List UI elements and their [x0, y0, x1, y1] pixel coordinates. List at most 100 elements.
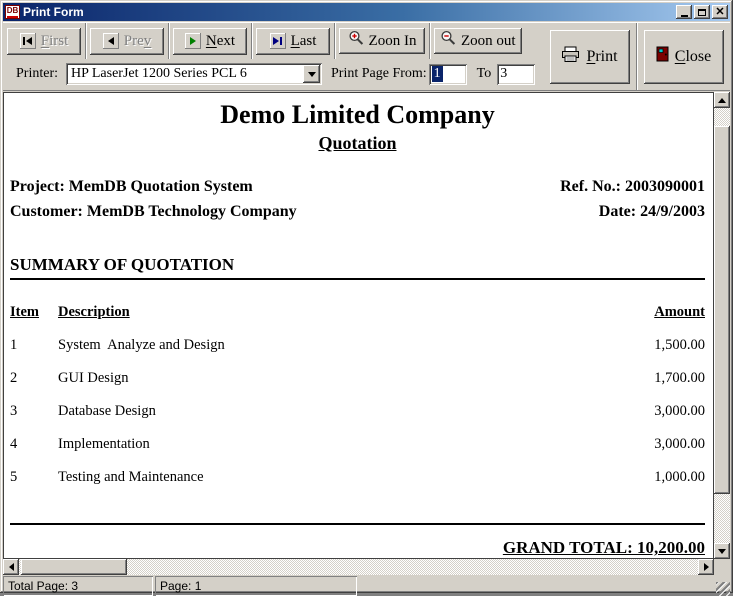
- page-to-input[interactable]: 3: [497, 64, 535, 85]
- header-amount: Amount: [654, 304, 705, 321]
- horizontal-scroll-track[interactable]: [19, 559, 698, 575]
- statusbar: Total Page: 3 Page: 1: [3, 576, 730, 596]
- row-description: Implementation: [58, 436, 654, 453]
- arrow-down-icon: [718, 549, 726, 554]
- table-row: 4Implementation3,000.00: [10, 436, 705, 453]
- table-header-row: Item Description Amount: [10, 304, 705, 321]
- row-amount: 1,700.00: [654, 370, 705, 387]
- row-amount: 3,000.00: [654, 436, 705, 453]
- document-page: Demo Limited Company Quotation Project: …: [3, 92, 714, 559]
- minimize-button[interactable]: [676, 5, 692, 19]
- maximize-button[interactable]: [694, 5, 710, 19]
- row-item-no: 1: [10, 337, 58, 354]
- zoom-out-button[interactable]: Zoon out: [434, 28, 522, 54]
- page-from-input[interactable]: 1: [429, 64, 467, 85]
- project-line: Project: MemDB Quotation System: [10, 178, 253, 196]
- status-current-page: Page: 1: [155, 576, 357, 596]
- last-label: Last: [291, 33, 317, 50]
- row-item-no: 2: [10, 370, 58, 387]
- print-page-from-label: Print Page From:: [331, 66, 427, 82]
- next-button[interactable]: Next: [173, 28, 247, 55]
- page-to-value: 3: [500, 66, 507, 82]
- close-button[interactable]: Close: [644, 30, 724, 84]
- scroll-up-button[interactable]: [714, 92, 730, 108]
- vertical-scrollbar[interactable]: [714, 92, 730, 559]
- zoom-in-icon: [348, 30, 365, 52]
- table-row: 1System Analyze and Design1,500.00: [10, 337, 705, 354]
- window-title: Print Form: [23, 5, 676, 19]
- printer-label: Printer:: [16, 66, 58, 82]
- print-form-window: DB Print Form ✕ First Prev Next Last: [0, 0, 733, 593]
- row-amount: 1,000.00: [654, 469, 705, 486]
- page-from-value: 1: [432, 66, 443, 82]
- print-preview-area: Demo Limited Company Quotation Project: …: [3, 92, 730, 575]
- printer-row: Printer: HP LaserJet 1200 Series PCL 6 P…: [3, 59, 543, 89]
- row-amount: 3,000.00: [654, 403, 705, 420]
- row-description: Testing and Maintenance: [58, 469, 654, 486]
- zoom-out-label: Zoon out: [461, 33, 516, 50]
- go-prev-icon: [103, 33, 119, 49]
- resize-grip[interactable]: [716, 582, 730, 596]
- app-icon-letters: DB: [7, 7, 19, 15]
- toolbar: First Prev Next Last Zoon In: [3, 22, 730, 91]
- scroll-left-button[interactable]: [3, 559, 19, 575]
- document-title: Quotation: [10, 133, 705, 154]
- horizontal-scrollbar[interactable]: [3, 559, 714, 575]
- row-item-no: 5: [10, 469, 58, 486]
- zoom-in-label: Zoon In: [369, 33, 417, 50]
- first-button[interactable]: First: [7, 28, 81, 55]
- close-window-button[interactable]: ✕: [712, 5, 728, 19]
- last-button[interactable]: Last: [256, 28, 330, 55]
- prev-button[interactable]: Prev: [90, 28, 164, 55]
- go-first-icon: [20, 33, 36, 49]
- table-row: 5Testing and Maintenance1,000.00: [10, 469, 705, 486]
- zoom-in-button[interactable]: Zoon In: [339, 28, 425, 54]
- go-last-icon: [270, 33, 286, 49]
- titlebar: DB Print Form ✕: [3, 3, 730, 21]
- table-row: 3Database Design3,000.00: [10, 403, 705, 420]
- scroll-right-button[interactable]: [698, 559, 714, 575]
- first-label: First: [41, 33, 69, 50]
- status-spacer: [359, 576, 714, 596]
- header-description: Description: [58, 304, 654, 321]
- zoom-out-icon: [440, 30, 457, 52]
- row-description: System Analyze and Design: [58, 337, 654, 354]
- app-icon-bar: [7, 16, 18, 18]
- page-to-label: To: [477, 66, 492, 82]
- row-amount: 1,500.00: [654, 337, 705, 354]
- quotation-table: 1System Analyze and Design1,500.00 2GUI D…: [10, 337, 705, 486]
- print-button[interactable]: Print: [550, 30, 630, 84]
- vertical-scroll-thumb[interactable]: [714, 126, 730, 494]
- printer-dropdown-button[interactable]: [303, 65, 320, 83]
- row-description: Database Design: [58, 403, 654, 420]
- app-icon: DB: [5, 5, 20, 19]
- prev-label: Prev: [124, 33, 152, 50]
- scrollbar-corner: [714, 559, 730, 575]
- next-label: Next: [206, 33, 235, 50]
- printer-icon: [561, 46, 580, 68]
- section-title: SUMMARY OF QUOTATION: [10, 255, 705, 275]
- maximize-icon: [698, 9, 706, 16]
- printer-select[interactable]: HP LaserJet 1200 Series PCL 6: [66, 63, 322, 85]
- row-item-no: 3: [10, 403, 58, 420]
- minimize-icon: [681, 15, 688, 17]
- section-divider: [10, 278, 705, 280]
- close-label: Close: [675, 48, 711, 66]
- close-icon: ✕: [715, 7, 724, 18]
- status-total-pages: Total Page: 3: [3, 576, 153, 596]
- row-description: GUI Design: [58, 370, 654, 387]
- row-item-no: 4: [10, 436, 58, 453]
- horizontal-scroll-thumb[interactable]: [21, 559, 127, 575]
- print-label: Print: [586, 48, 617, 66]
- vertical-scroll-track[interactable]: [714, 108, 730, 543]
- table-row: 2GUI Design1,700.00: [10, 370, 705, 387]
- go-next-icon: [185, 33, 201, 49]
- arrow-right-icon: [704, 563, 709, 571]
- chevron-down-icon: [308, 72, 316, 77]
- printer-selected-value: HP LaserJet 1200 Series PCL 6: [66, 66, 303, 82]
- customer-line: Customer: MemDB Technology Company: [10, 203, 297, 221]
- arrow-left-icon: [9, 563, 14, 571]
- scroll-down-button[interactable]: [714, 543, 730, 559]
- exit-door-icon: [656, 46, 669, 67]
- ref-no: Ref. No.: 2003090001: [560, 178, 705, 196]
